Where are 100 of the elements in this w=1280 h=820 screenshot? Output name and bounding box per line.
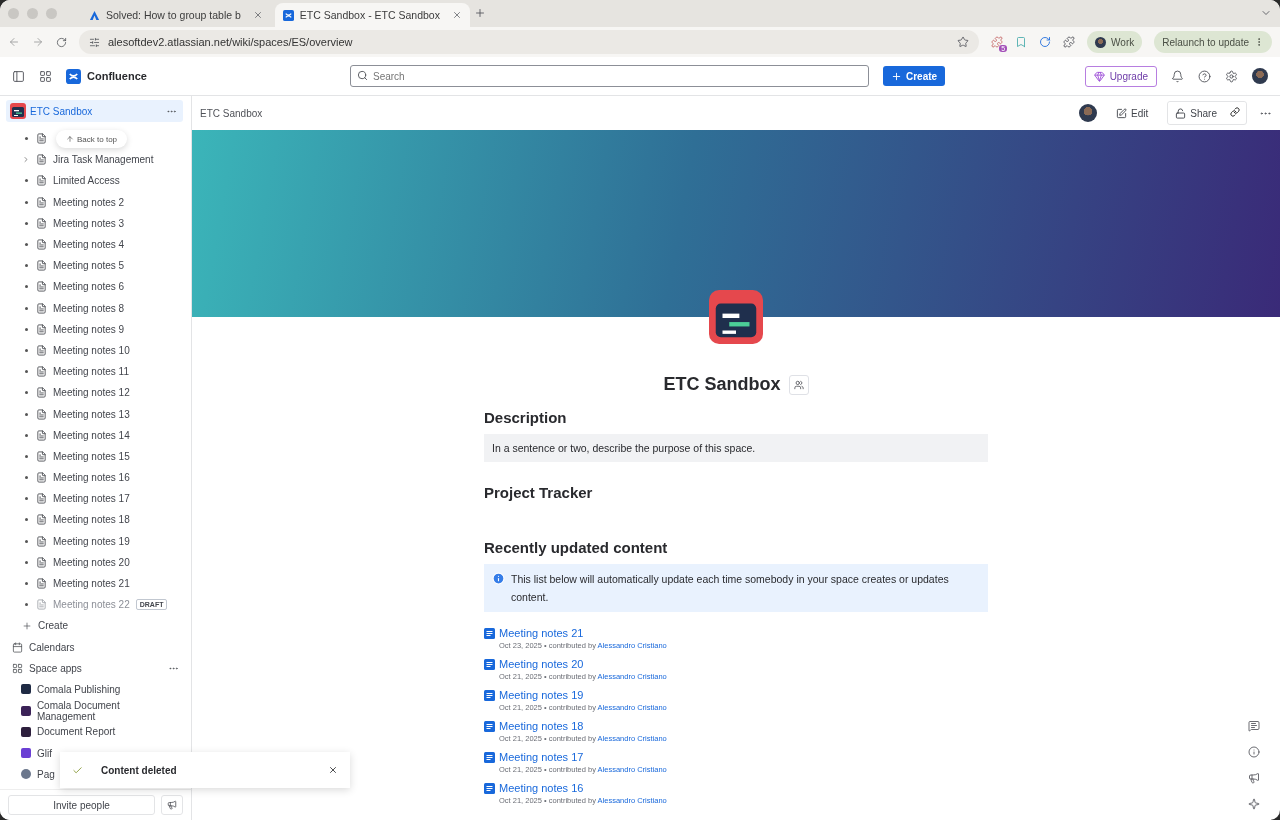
app-switcher-icon[interactable] [39, 69, 52, 83]
relaunch-button[interactable]: Relaunch to update [1154, 31, 1272, 53]
avatar[interactable] [1079, 104, 1098, 122]
bell-icon[interactable] [1171, 69, 1184, 83]
help-icon[interactable] [1198, 69, 1211, 83]
upgrade-button[interactable]: Upgrade [1084, 65, 1157, 87]
bookmark-icon[interactable] [1015, 36, 1028, 48]
info-icon [492, 572, 505, 585]
apps-icon[interactable] [12, 662, 23, 674]
page-link[interactable]: Meeting notes 13 [53, 408, 130, 420]
page-link[interactable]: Limited Access [53, 175, 120, 187]
page-icon [484, 628, 495, 639]
page-icon [36, 472, 47, 484]
page-link[interactable]: Meeting notes 21 [499, 626, 667, 640]
page-link[interactable]: Meeting notes 21 [53, 578, 130, 590]
plus-icon[interactable] [22, 620, 32, 631]
page-icon [484, 752, 495, 763]
page-icon [36, 196, 47, 208]
page-icon [36, 387, 47, 399]
comment-icon[interactable] [1248, 720, 1260, 732]
new-tab-icon[interactable] [473, 6, 486, 19]
section-heading: Recently updated content [484, 539, 669, 556]
reload-icon[interactable] [56, 36, 67, 48]
page-link[interactable]: Meeting notes 20 [499, 657, 667, 671]
close-icon[interactable] [328, 765, 338, 775]
calendar-icon[interactable] [12, 641, 23, 653]
settings-icon[interactable] [1225, 69, 1238, 83]
app-link[interactable]: Pag [37, 768, 55, 780]
page-link[interactable]: Meeting notes 9 [53, 323, 125, 335]
megaphone-icon[interactable] [1248, 772, 1260, 784]
confluence-logo-icon [66, 68, 81, 84]
page-icon [36, 408, 47, 420]
page-link[interactable]: Meeting notes 6 [53, 281, 125, 293]
page-link[interactable]: Jira Task Management [53, 154, 154, 166]
page-link[interactable]: Meeting notes 20 [53, 556, 130, 568]
search-field[interactable]: Search [350, 65, 869, 87]
page-title: ETC Sandbox [663, 374, 781, 395]
page-link[interactable]: Meeting notes 15 [53, 450, 130, 462]
page-icon [36, 239, 47, 251]
page-link[interactable]: Meeting notes 10 [53, 344, 130, 356]
page-link[interactable]: Meeting notes 17 [499, 750, 667, 764]
close-icon[interactable] [451, 10, 462, 20]
page-icon [484, 721, 495, 732]
page-link[interactable]: Meeting notes 5 [53, 260, 125, 272]
page-icon [36, 535, 47, 547]
page-icon [484, 783, 495, 794]
product-name: Confluence [87, 70, 147, 82]
app-link[interactable]: Glif [37, 747, 52, 759]
page-link[interactable]: Meeting notes 12 [53, 387, 130, 399]
page-icon [36, 599, 47, 611]
page-icon [36, 175, 47, 187]
arrow-up-icon [66, 135, 74, 143]
page-link[interactable]: Meeting notes 19 [53, 535, 130, 547]
page-link[interactable]: Meeting notes 16 [53, 472, 130, 484]
invite-people-button[interactable]: Invite people [8, 795, 156, 815]
page-link[interactable]: Meeting notes 3 [53, 217, 125, 229]
page-link[interactable]: Meeting notes 18 [53, 514, 130, 526]
unlock-icon [1175, 107, 1187, 119]
site-settings-icon[interactable] [89, 36, 100, 48]
back-to-top-button[interactable]: Back to top [56, 130, 128, 148]
browser-tab[interactable]: ETC Sandbox - ETC Sandbox [274, 3, 470, 27]
page-link[interactable]: Meeting notes 11 [53, 366, 129, 378]
sidebar-toggle-icon[interactable] [12, 69, 25, 83]
info-icon[interactable] [1248, 746, 1260, 758]
browser-tab[interactable]: Solved: How to group table b [81, 3, 271, 27]
space-apps-heading[interactable]: Space apps [29, 662, 162, 674]
app-link[interactable]: Comala Publishing [37, 683, 121, 695]
address-bar[interactable]: alesoftdev2.atlassian.net/wiki/spaces/ES/overview [79, 30, 980, 54]
page-icon [36, 493, 47, 505]
people-icon [793, 379, 804, 390]
sparkle-icon[interactable] [1248, 798, 1260, 810]
profile-button[interactable]: Work [1087, 31, 1143, 53]
page-link[interactable]: Meeting notes 19 [499, 688, 667, 702]
check-icon [72, 764, 83, 776]
page-link[interactable]: Meeting notes 4 [53, 239, 125, 251]
link-icon [1230, 107, 1240, 117]
page-icon [36, 514, 47, 526]
calendars-link[interactable]: Calendars [29, 641, 75, 653]
page-link[interactable]: Meeting notes 18 [499, 719, 667, 733]
page-link[interactable]: Meeting notes 14 [53, 429, 130, 441]
create-link[interactable]: Create [38, 620, 68, 632]
create-button[interactable]: Create [883, 66, 946, 86]
extension-icon[interactable] [991, 36, 1004, 48]
refresh-extension-icon[interactable] [1039, 36, 1052, 48]
page-icon [36, 429, 47, 441]
app-link[interactable]: Comala Document Management [36, 699, 179, 722]
people-button[interactable] [788, 374, 809, 395]
breadcrumb[interactable]: ETC Sandbox [200, 107, 1068, 119]
puzzle-icon[interactable] [1063, 36, 1076, 48]
page-link[interactable]: Meeting notes 8 [53, 302, 125, 314]
feedback-button[interactable] [161, 795, 183, 815]
star-icon[interactable] [957, 36, 970, 48]
space-item[interactable]: ETC Sandbox [6, 100, 183, 122]
page-icon [36, 154, 47, 166]
page-link[interactable]: Meeting notes 16 [499, 781, 667, 795]
page-icon [36, 344, 47, 356]
avatar[interactable] [1252, 68, 1268, 84]
page-link[interactable]: Meeting notes 2 [53, 196, 125, 208]
page-link[interactable]: Meeting notes 17 [53, 493, 130, 505]
app-link[interactable]: Document Report [37, 726, 116, 738]
